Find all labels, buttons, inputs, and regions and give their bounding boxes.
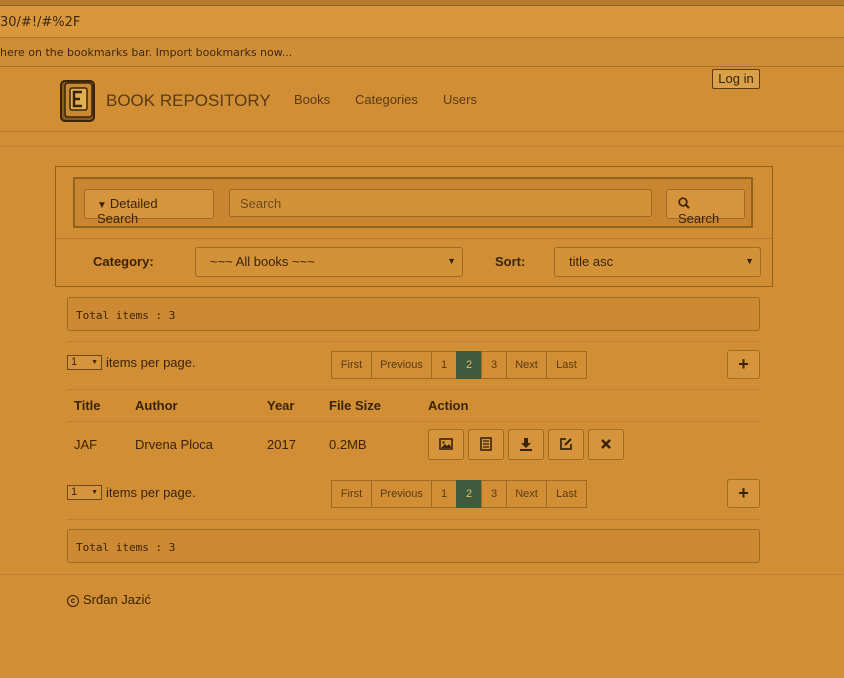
total-items-text: Total items : 3: [76, 541, 176, 554]
page-last[interactable]: Last: [546, 351, 587, 379]
brand-title[interactable]: BOOK REPOSITORY: [106, 91, 271, 111]
filter-row: Category: ~~~ All books ~~~ ▼ Sort: titl…: [56, 238, 772, 286]
pagination-top: First Previous 1 2 3 Next Last: [331, 351, 587, 379]
detailed-search-button[interactable]: ▼ Detailed Search: [84, 189, 214, 226]
header-title: Title: [74, 398, 101, 413]
sort-select[interactable]: title asc ▼: [554, 247, 761, 277]
search-input[interactable]: Search: [229, 189, 652, 217]
chevron-down-icon: ▼: [91, 359, 98, 366]
plus-icon: +: [738, 354, 749, 374]
image-icon: [439, 438, 453, 450]
search-button-label: Search: [678, 211, 720, 226]
address-bar[interactable]: 30/#!/#%2F: [0, 6, 844, 38]
edit-button[interactable]: [548, 429, 584, 460]
divider: [67, 389, 760, 390]
chevron-down-icon: ▼: [745, 256, 754, 266]
page-next[interactable]: Next: [506, 480, 547, 508]
cell-file-size: 0.2MB: [329, 437, 367, 452]
per-page-value: 1: [71, 486, 78, 498]
search-panel: ▼ Detailed Search Search Search Category:…: [55, 166, 773, 287]
footer-copyright: c Srđan Jazić: [67, 592, 151, 607]
search-button[interactable]: Search: [666, 189, 745, 226]
divider: [0, 146, 844, 147]
page-1[interactable]: 1: [431, 351, 457, 379]
add-book-button[interactable]: +: [727, 350, 760, 379]
sort-value: title asc: [569, 254, 614, 269]
header-file-size: File Size: [329, 398, 382, 413]
category-select[interactable]: ~~~ All books ~~~ ▼: [195, 247, 463, 277]
copyright-icon: c: [67, 595, 79, 607]
plus-icon: +: [738, 483, 749, 503]
nav-users[interactable]: Users: [443, 92, 477, 107]
page-2[interactable]: 2: [456, 480, 482, 508]
divider: [67, 519, 760, 520]
category-label: Category:: [93, 254, 154, 269]
cell-year: 2017: [267, 437, 296, 452]
cell-title: JAF: [74, 437, 98, 452]
total-items-text: Total items : 3: [76, 309, 176, 322]
add-book-button[interactable]: +: [727, 479, 760, 508]
download-button[interactable]: [508, 429, 544, 460]
page-last[interactable]: Last: [546, 480, 587, 508]
header-action: Action: [428, 398, 469, 413]
page-first[interactable]: First: [331, 480, 372, 508]
page-3[interactable]: 3: [481, 480, 507, 508]
per-page-label: items per page.: [106, 355, 196, 370]
navbar: BOOK REPOSITORY Books Categories Users L…: [0, 67, 844, 132]
chevron-down-icon: ▼: [91, 489, 98, 496]
cell-author: Drvena Ploca: [135, 437, 214, 452]
header-author: Author: [135, 398, 178, 413]
delete-button[interactable]: [588, 429, 624, 460]
per-page-select[interactable]: 1 ▼: [67, 355, 102, 370]
nav-books[interactable]: Books: [294, 92, 330, 107]
total-items-bottom: Total items : 3: [67, 529, 760, 563]
page-1[interactable]: 1: [431, 480, 457, 508]
per-page-select[interactable]: 1 ▼: [67, 485, 102, 500]
page-previous[interactable]: Previous: [371, 480, 432, 508]
details-button[interactable]: [468, 429, 504, 460]
copyright-name: Srđan Jazić: [83, 592, 151, 607]
page-next[interactable]: Next: [506, 351, 547, 379]
per-page-value: 1: [71, 356, 78, 368]
bookmarks-bar-text[interactable]: here on the bookmarks bar. Import bookma…: [0, 46, 292, 59]
edit-icon: [560, 438, 572, 450]
header-year: Year: [267, 398, 295, 413]
page-first[interactable]: First: [331, 351, 372, 379]
page-3[interactable]: 3: [481, 351, 507, 379]
per-page-label: items per page.: [106, 485, 196, 500]
book-logo-icon[interactable]: [58, 79, 98, 123]
chevron-down-icon: ▼: [447, 256, 456, 266]
nav-categories[interactable]: Categories: [355, 92, 418, 107]
download-icon: [520, 438, 532, 451]
category-value: ~~~ All books ~~~: [210, 254, 315, 269]
pagination-bottom: First Previous 1 2 3 Next Last: [331, 480, 587, 508]
bookmarks-bar: here on the bookmarks bar. Import bookma…: [0, 39, 844, 67]
sort-label: Sort:: [495, 254, 526, 269]
search-bar: ▼ Detailed Search Search Search: [73, 177, 753, 228]
total-items-top: Total items : 3: [67, 297, 760, 331]
delete-icon: [601, 439, 611, 449]
divider: [67, 341, 760, 342]
list-icon: [480, 437, 492, 451]
page-2[interactable]: 2: [456, 351, 482, 379]
search-icon: [678, 197, 690, 209]
address-text[interactable]: 30/#!/#%2F: [0, 15, 80, 30]
footer-divider: [0, 574, 844, 575]
login-button[interactable]: Log in: [712, 69, 760, 89]
search-placeholder: Search: [240, 196, 282, 211]
caret-down-icon: ▼: [97, 200, 107, 211]
view-image-button[interactable]: [428, 429, 464, 460]
page-previous[interactable]: Previous: [371, 351, 432, 379]
divider: [67, 421, 760, 422]
